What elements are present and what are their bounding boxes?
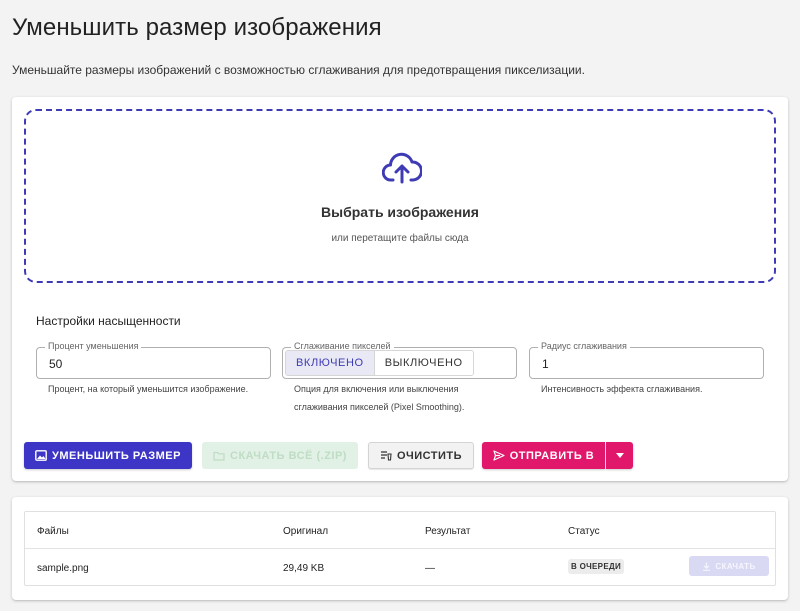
- row-download-label: СКАЧАТЬ: [715, 561, 756, 571]
- cloud-upload-icon: [382, 152, 422, 184]
- smoothing-toggle: ВКЛЮЧЕНО ВЫКЛЮЧЕНО: [285, 350, 474, 376]
- percent-label: Процент уменьшения: [45, 341, 142, 351]
- resize-card: Выбрать изображения или перетащите файлы…: [12, 97, 788, 481]
- radius-help: Интенсивность эффекта сглаживания.: [541, 384, 703, 394]
- dropzone-title: Выбрать изображения: [321, 204, 479, 220]
- header-divider: [25, 548, 775, 549]
- send-to-label: ОТПРАВИТЬ В: [509, 449, 595, 462]
- clear-button-label: ОЧИСТИТЬ: [396, 449, 463, 462]
- download-zip-button[interactable]: СКАЧАТЬ ВСЁ (.ZIP): [202, 442, 358, 469]
- send-to-dropdown-button[interactable]: [606, 442, 633, 469]
- page-description: Уменьшайте размеры изображений с возможн…: [12, 63, 585, 77]
- download-zip-label: СКАЧАТЬ ВСЁ (.ZIP): [230, 449, 347, 462]
- settings-title: Настройки насыщенности: [36, 314, 181, 328]
- header-status: Статус: [568, 526, 600, 537]
- resize-button-label: УМЕНЬШИТЬ РАЗМЕР: [52, 449, 181, 462]
- send-icon: [493, 450, 505, 461]
- row-file-name: sample.png: [37, 563, 89, 574]
- radius-field[interactable]: Радиус сглаживания 1: [529, 341, 764, 379]
- smoothing-on-button[interactable]: ВКЛЮЧЕНО: [286, 351, 374, 375]
- header-files: Файлы: [37, 526, 69, 537]
- download-icon: [703, 562, 711, 571]
- radius-input[interactable]: 1: [542, 357, 549, 371]
- page-title: Уменьшить размер изображения: [12, 14, 382, 41]
- file-dropzone[interactable]: Выбрать изображения или перетащите файлы…: [24, 109, 776, 283]
- radius-label: Радиус сглаживания: [538, 341, 630, 351]
- files-card: Файлы Оригинал Результат Статус sample.p…: [12, 497, 788, 600]
- percent-field[interactable]: Процент уменьшения 50: [36, 341, 271, 379]
- image-icon: [35, 450, 47, 461]
- clear-list-icon: [380, 451, 392, 461]
- send-to-button[interactable]: ОТПРАВИТЬ В: [482, 442, 605, 469]
- row-result-size: —: [425, 563, 435, 574]
- files-table: Файлы Оригинал Результат Статус sample.p…: [24, 511, 776, 586]
- percent-help: Процент, на который уменьшится изображен…: [48, 384, 249, 394]
- percent-input[interactable]: 50: [49, 357, 62, 371]
- header-original: Оригинал: [283, 526, 329, 537]
- status-badge: В ОЧЕРЕДИ: [568, 559, 625, 574]
- smoothing-help: Опция для включения или выключения сглаж…: [294, 384, 465, 412]
- row-original-size: 29,49 KB: [283, 563, 325, 574]
- folder-icon: [213, 451, 225, 461]
- clear-button[interactable]: ОЧИСТИТЬ: [368, 442, 474, 469]
- header-result: Результат: [425, 526, 471, 537]
- resize-button[interactable]: УМЕНЬШИТЬ РАЗМЕР: [24, 442, 192, 469]
- dropzone-subtitle: или перетащите файлы сюда: [331, 233, 469, 244]
- smoothing-off-button[interactable]: ВЫКЛЮЧЕНО: [373, 351, 473, 375]
- row-download-button[interactable]: СКАЧАТЬ: [689, 556, 769, 576]
- caret-down-icon: [615, 453, 624, 458]
- smoothing-field: Сглаживание пикселей ВКЛЮЧЕНО ВЫКЛЮЧЕНО: [282, 341, 517, 379]
